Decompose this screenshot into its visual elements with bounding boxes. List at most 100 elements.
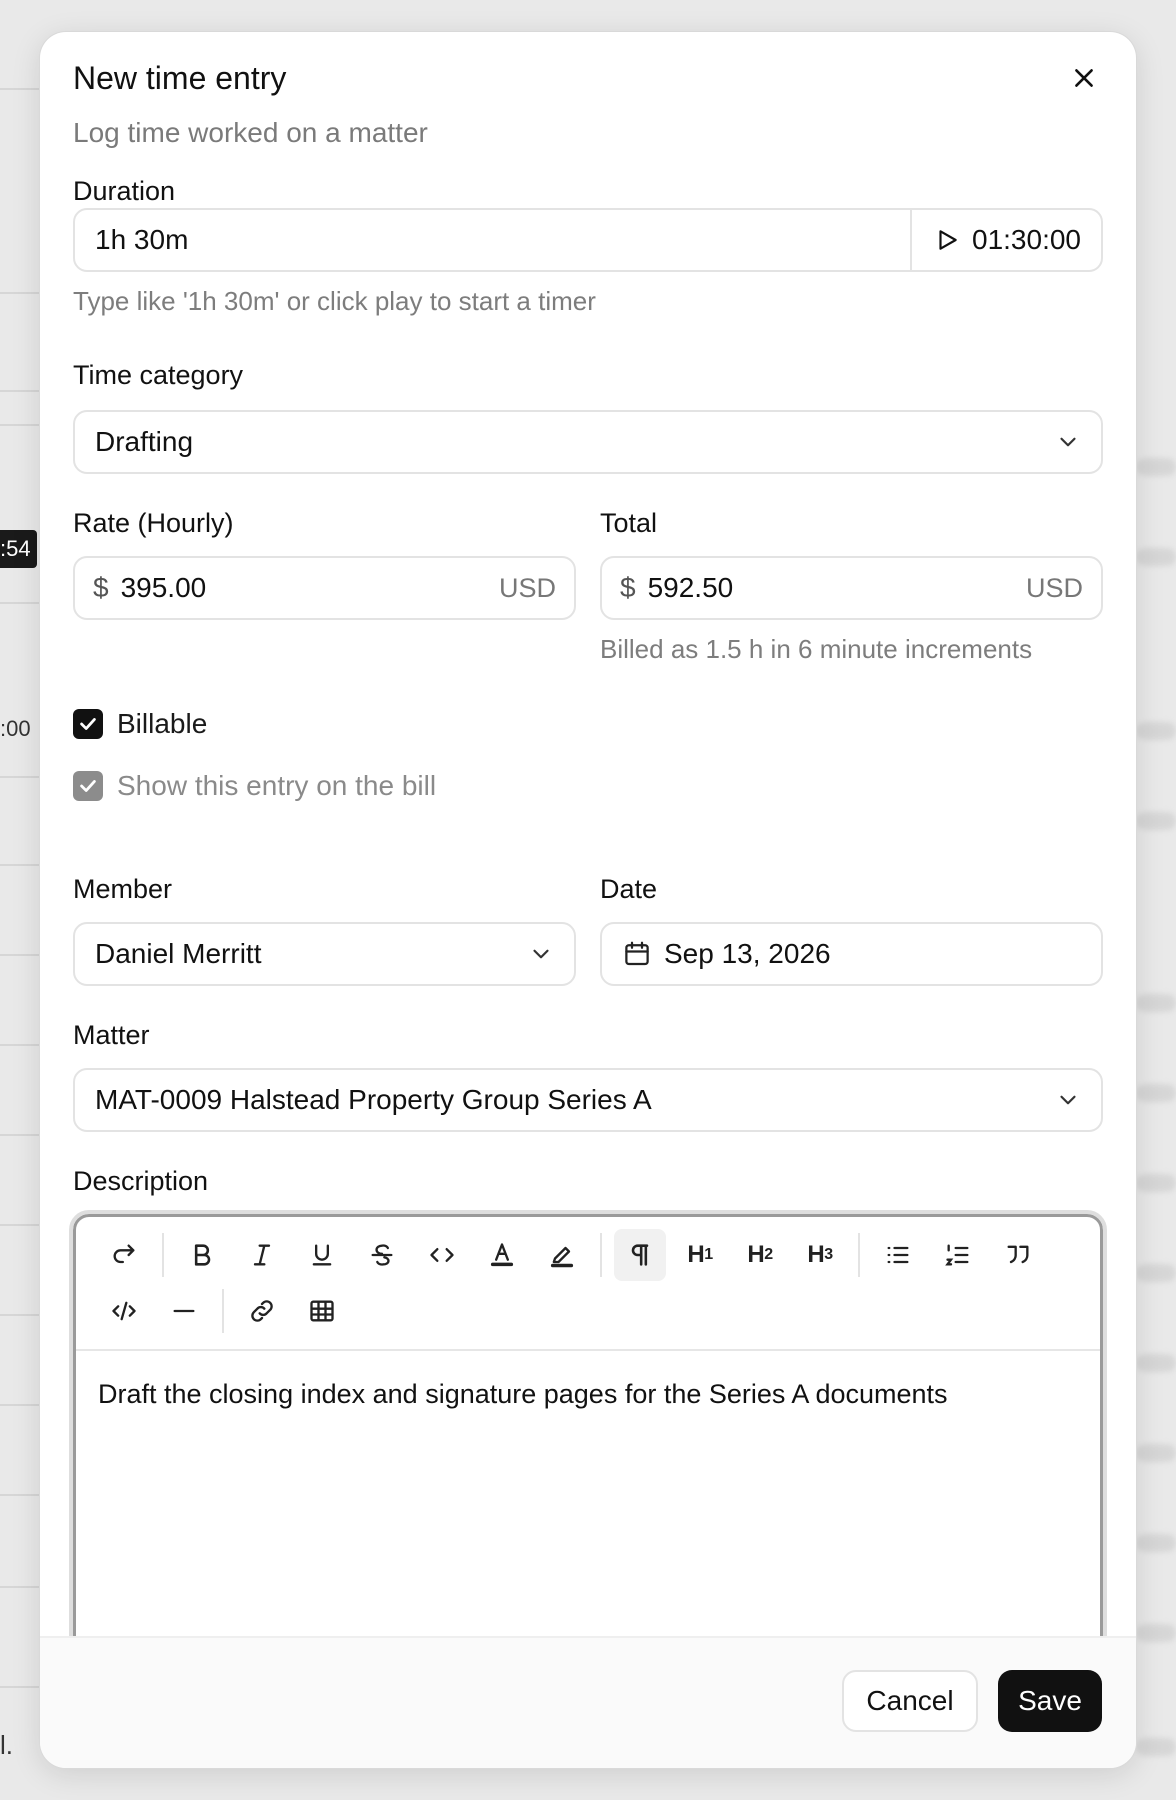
check-icon (80, 780, 96, 792)
code-block-icon (112, 1301, 136, 1321)
table-button[interactable] (296, 1285, 348, 1337)
total-unit: USD (1025, 572, 1083, 603)
date-picker[interactable]: Sep 13, 2026 (600, 922, 1103, 986)
horizontal-rule-button[interactable] (158, 1285, 210, 1337)
bg-blur (1136, 1354, 1176, 1372)
heading-3-button[interactable]: H3 (794, 1229, 846, 1281)
show-on-bill-checkbox[interactable] (73, 771, 103, 801)
paragraph-button[interactable] (614, 1229, 666, 1281)
bg-divider (0, 1224, 40, 1226)
rate-value: 395.00 (120, 572, 207, 603)
total-currency-symbol: $ (620, 572, 636, 603)
underline-button[interactable] (296, 1229, 348, 1281)
heading-3-level: 3 (824, 1246, 833, 1263)
rate-input[interactable]: $ 395.00 USD (73, 556, 576, 620)
bg-time-chip: :54 (0, 530, 37, 568)
bg-divider (0, 1494, 40, 1496)
heading-1-button[interactable]: H1 (674, 1229, 726, 1281)
bg-blur (1136, 1084, 1176, 1102)
bg-blur (1136, 1444, 1176, 1462)
close-button[interactable] (1064, 58, 1104, 98)
code-button[interactable] (416, 1229, 468, 1281)
highlight-button[interactable] (536, 1229, 588, 1281)
heading-2-level: 2 (764, 1246, 773, 1263)
text-color-button[interactable] (476, 1229, 528, 1281)
bg-divider (0, 1686, 40, 1688)
bold-button[interactable] (176, 1229, 228, 1281)
bg-blur (1136, 812, 1176, 830)
bullet-list-button[interactable] (872, 1229, 924, 1281)
ordered-list-button[interactable] (932, 1229, 984, 1281)
toolbar-separator (600, 1233, 602, 1277)
table-icon (310, 1300, 334, 1322)
chevron-down-icon (1060, 1095, 1076, 1105)
redo-button[interactable] (98, 1229, 150, 1281)
description-editor: H1 H2 H3 Draft the closing index and sig… (69, 1210, 1107, 1698)
total-input[interactable]: $ 592.50 USD (600, 556, 1103, 620)
member-value: Daniel Merritt (95, 938, 262, 969)
time-entry-dialog: New time entry Log time worked on a matt… (40, 32, 1136, 1768)
member-select[interactable]: Daniel Merritt (73, 922, 576, 986)
total-hint: Billed as 1.5 h in 6 minute increments (600, 634, 1033, 664)
horizontal-rule-icon (173, 1309, 195, 1313)
bg-blur (1136, 1174, 1176, 1192)
blockquote-button[interactable] (992, 1229, 1044, 1281)
bg-divider (0, 88, 40, 90)
toolbar-separator (162, 1233, 164, 1277)
dialog-subtitle: Log time worked on a matter (73, 117, 428, 148)
link-button[interactable] (236, 1285, 288, 1337)
category-select[interactable]: Drafting (73, 410, 1103, 474)
bg-blur (1136, 1624, 1176, 1642)
bg-divider (0, 954, 40, 956)
ordered-list-icon (945, 1244, 969, 1266)
rate-currency-symbol: $ (93, 572, 109, 603)
quote-icon (1007, 1245, 1029, 1264)
timer-display: 01:30:00 (972, 224, 1081, 255)
bg-blur (1136, 1264, 1176, 1282)
code-block-button[interactable] (98, 1285, 150, 1337)
billable-checkbox[interactable] (73, 709, 103, 739)
description-text[interactable]: Draft the closing index and signature pa… (98, 1379, 948, 1410)
heading-3-label: H (807, 1241, 825, 1268)
billable-checkbox-row[interactable]: Billable (73, 708, 207, 740)
italic-button[interactable] (236, 1229, 288, 1281)
cancel-button[interactable]: Cancel (842, 1670, 978, 1732)
bg-time-text: :00 (0, 716, 31, 741)
code-icon (430, 1248, 454, 1262)
calendar-icon (625, 941, 649, 966)
show-on-bill-checkbox-row[interactable]: Show this entry on the bill (73, 770, 436, 802)
duration-hint: Type like '1h 30m' or click play to star… (73, 286, 596, 316)
timer-play-button[interactable]: 01:30:00 (910, 210, 1101, 270)
bg-divider (0, 864, 40, 866)
bold-icon (194, 1244, 211, 1266)
billable-label: Billable (117, 708, 208, 739)
category-label: Time category (73, 360, 244, 390)
strikethrough-icon (371, 1244, 393, 1266)
bg-blur (1136, 722, 1176, 740)
member-label: Member (73, 874, 173, 904)
duration-label: Duration (73, 176, 176, 206)
heading-2-button[interactable]: H2 (734, 1229, 786, 1281)
save-button[interactable]: Save (998, 1670, 1102, 1732)
italic-icon (253, 1244, 271, 1266)
strikethrough-button[interactable] (356, 1229, 408, 1281)
toolbar-row-1: H1 H2 H3 (98, 1229, 1052, 1281)
heading-2-label: H (747, 1241, 765, 1268)
redo-icon (113, 1244, 135, 1264)
bg-divider (0, 1134, 40, 1136)
bg-divider (0, 602, 40, 604)
duration-field: 1h 30m 01:30:00 (73, 208, 1103, 272)
bg-blur (1136, 548, 1176, 566)
bg-divider (0, 1586, 40, 1588)
bg-divider (0, 1044, 40, 1046)
heading-1-level: 1 (704, 1246, 713, 1263)
pilcrow-icon (631, 1244, 649, 1266)
dialog-footer: Cancel Save (40, 1636, 1136, 1768)
matter-select[interactable]: MAT-0009 Halstead Property Group Series … (73, 1068, 1103, 1132)
heading-1-label: H (687, 1241, 705, 1268)
bullet-list-icon (887, 1246, 909, 1264)
duration-input[interactable]: 1h 30m (75, 224, 910, 256)
date-value: Sep 13, 2026 (664, 938, 831, 969)
toolbar-row-2 (98, 1285, 356, 1337)
bg-divider (0, 292, 40, 294)
